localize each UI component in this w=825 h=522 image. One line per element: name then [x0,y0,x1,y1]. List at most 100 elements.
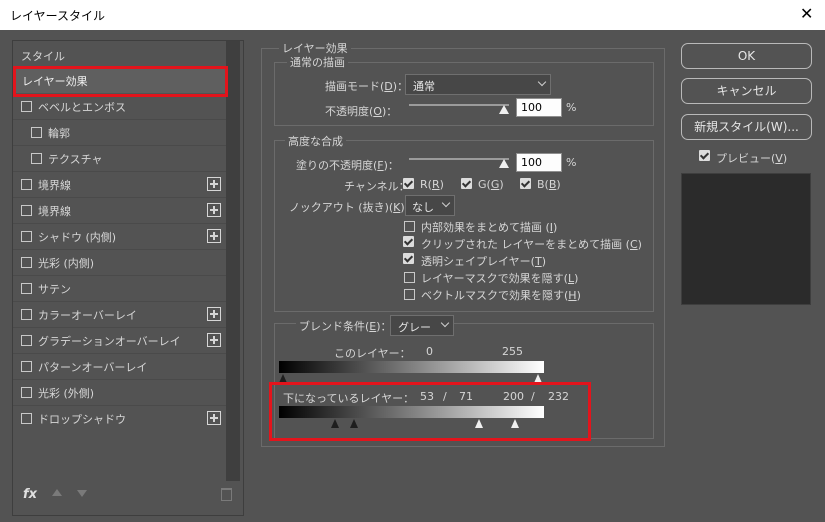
sidebar-item-drop-shadow[interactable]: ドロップシャドウ [13,406,226,431]
checkbox[interactable] [21,283,32,294]
blend-mode-label: 描画モード(D)： [325,80,409,93]
trash-icon[interactable] [221,488,232,501]
sidebar-item-inner-glow[interactable]: 光彩 (内側) [13,250,226,276]
sidebar-item-label: パターンオーバーレイ [38,361,148,374]
opacity-slider-thumb[interactable] [499,105,509,114]
highlight-box-underlying-layer [269,382,591,441]
fill-opacity-unit: % [566,156,577,169]
blend-clipped-layers-label: クリップされた レイヤーをまとめて描画 (C) [421,238,642,251]
checkbox[interactable] [31,127,42,138]
preview-label: プレビュー(V) [716,152,788,165]
fill-opacity-slider-thumb[interactable] [499,159,509,168]
blend-clipped-layers-checkbox[interactable] [403,236,414,247]
channel-b-checkbox[interactable] [520,178,531,189]
sidebar-item-label: 境界線 [38,179,71,192]
sidebar-item-texture[interactable]: テクスチャ [13,146,226,172]
layer-mask-hides-effects-checkbox[interactable] [404,272,415,283]
knockout-label: ノックアウト (抜き)(K)： [289,201,416,214]
add-icon[interactable] [207,411,221,425]
preview-swatch [681,173,811,305]
sidebar-item-satin[interactable]: サテン [13,276,226,302]
channels-label: チャンネル： [344,180,410,193]
channel-r-label: R(R) [420,178,444,191]
blend-if-select[interactable]: グレー [390,315,454,336]
checkbox[interactable] [31,153,42,164]
this-layer-high-value: 255 [502,345,523,358]
general-blending-title: 通常の描画 [287,54,348,70]
styles-label: スタイル [21,50,65,63]
checkbox[interactable] [21,101,32,112]
checkbox[interactable] [21,231,32,242]
move-down-icon[interactable] [77,490,87,497]
fill-opacity-label: 塗りの不透明度(F)： [296,159,399,172]
add-icon[interactable] [207,229,221,243]
opacity-input[interactable]: 100 [516,98,562,117]
sidebar-item-color-overlay[interactable]: カラーオーバーレイ [13,302,226,328]
ok-button[interactable]: OK [681,43,812,69]
sidebar-item-label: シャドウ (内側) [38,231,117,244]
vector-mask-hides-effects-label: ベクトルマスクで効果を隠す(H) [421,289,581,302]
blend-interior-effects-label: 内部効果をまとめて描画 (I) [421,221,558,234]
knockout-select[interactable]: なし [405,195,455,216]
channel-b-label: B(B) [537,178,561,191]
checkbox[interactable] [21,179,32,190]
sidebar-item-stroke-2[interactable]: 境界線 [13,198,226,224]
add-icon[interactable] [207,333,221,347]
new-style-button[interactable]: 新規スタイル(W)... [681,114,812,140]
sidebar-item-stroke-1[interactable]: 境界線 [13,172,226,198]
channel-g-checkbox[interactable] [461,178,472,189]
blend-mode-select[interactable]: 通常 [405,74,551,95]
transparency-shapes-layer-checkbox[interactable] [403,253,414,264]
transparency-shapes-layer-label: 透明シェイプレイヤー(T) [421,255,546,268]
style-list-scrollbar[interactable] [226,41,240,481]
checkbox[interactable] [21,361,32,372]
close-icon[interactable]: ✕ [800,4,813,23]
vector-mask-hides-effects-checkbox[interactable] [404,289,415,300]
blend-interior-effects-checkbox[interactable] [404,221,415,232]
sidebar-item-gradient-overlay[interactable]: グラデーションオーバーレイ [13,328,226,354]
move-up-icon[interactable] [52,489,62,496]
layer-mask-hides-effects-label: レイヤーマスクで効果を隠す(L) [421,272,579,285]
sidebar-item-outer-glow[interactable]: 光彩 (外側) [13,380,226,406]
sidebar-item-pattern-overlay[interactable]: パターンオーバーレイ [13,354,226,380]
checkbox[interactable] [21,387,32,398]
sidebar-item-label: 境界線 [38,205,71,218]
advanced-blending-title: 高度な合成 [285,133,346,149]
cancel-button[interactable]: キャンセル [681,78,812,104]
checkbox[interactable] [21,205,32,216]
chevron-down-icon [441,198,451,208]
checkbox[interactable] [21,257,32,268]
sidebar-item-label: テクスチャ [48,153,103,166]
sidebar-item-inner-shadow[interactable]: シャドウ (内側) [13,224,226,250]
add-icon[interactable] [207,177,221,191]
channel-g-label: G(G) [478,178,504,191]
sidebar-item-label: 光彩 (内側) [38,257,95,270]
sidebar-item-label: 光彩 (外側) [38,387,95,400]
sidebar-item-label: レイヤー効果 [22,75,88,88]
style-list-header[interactable]: スタイル [13,43,226,68]
window-title: レイヤースタイル [10,9,106,23]
channel-r-checkbox[interactable] [403,178,414,189]
this-layer-low-value: 0 [426,345,433,358]
checkbox[interactable] [21,335,32,346]
sidebar-item-label: グラデーションオーバーレイ [38,335,181,348]
sidebar-item-label: ベベルとエンボス [38,101,126,114]
fill-opacity-input[interactable]: 100 [516,153,562,172]
fill-opacity-slider-track[interactable] [409,158,509,160]
add-icon[interactable] [207,307,221,321]
fx-icon[interactable]: fx [23,487,37,502]
checkbox[interactable] [21,413,32,424]
preview-checkbox[interactable] [699,150,710,161]
sidebar-item-label: 輪郭 [48,127,70,140]
add-icon[interactable] [207,203,221,217]
sidebar-item-label: カラーオーバーレイ [38,309,137,322]
this-layer-label: このレイヤー： [334,347,411,360]
title-bar: レイヤースタイル ✕ [0,0,825,30]
sidebar-item-label: ドロップシャドウ [38,413,126,426]
opacity-unit: % [566,101,577,114]
sidebar-item-contour[interactable]: 輪郭 [13,120,226,146]
sidebar-item-bevel-emboss[interactable]: ベベルとエンボス [13,94,226,120]
checkbox[interactable] [21,309,32,320]
chevron-down-icon [440,318,450,328]
opacity-slider-track[interactable] [409,104,509,106]
